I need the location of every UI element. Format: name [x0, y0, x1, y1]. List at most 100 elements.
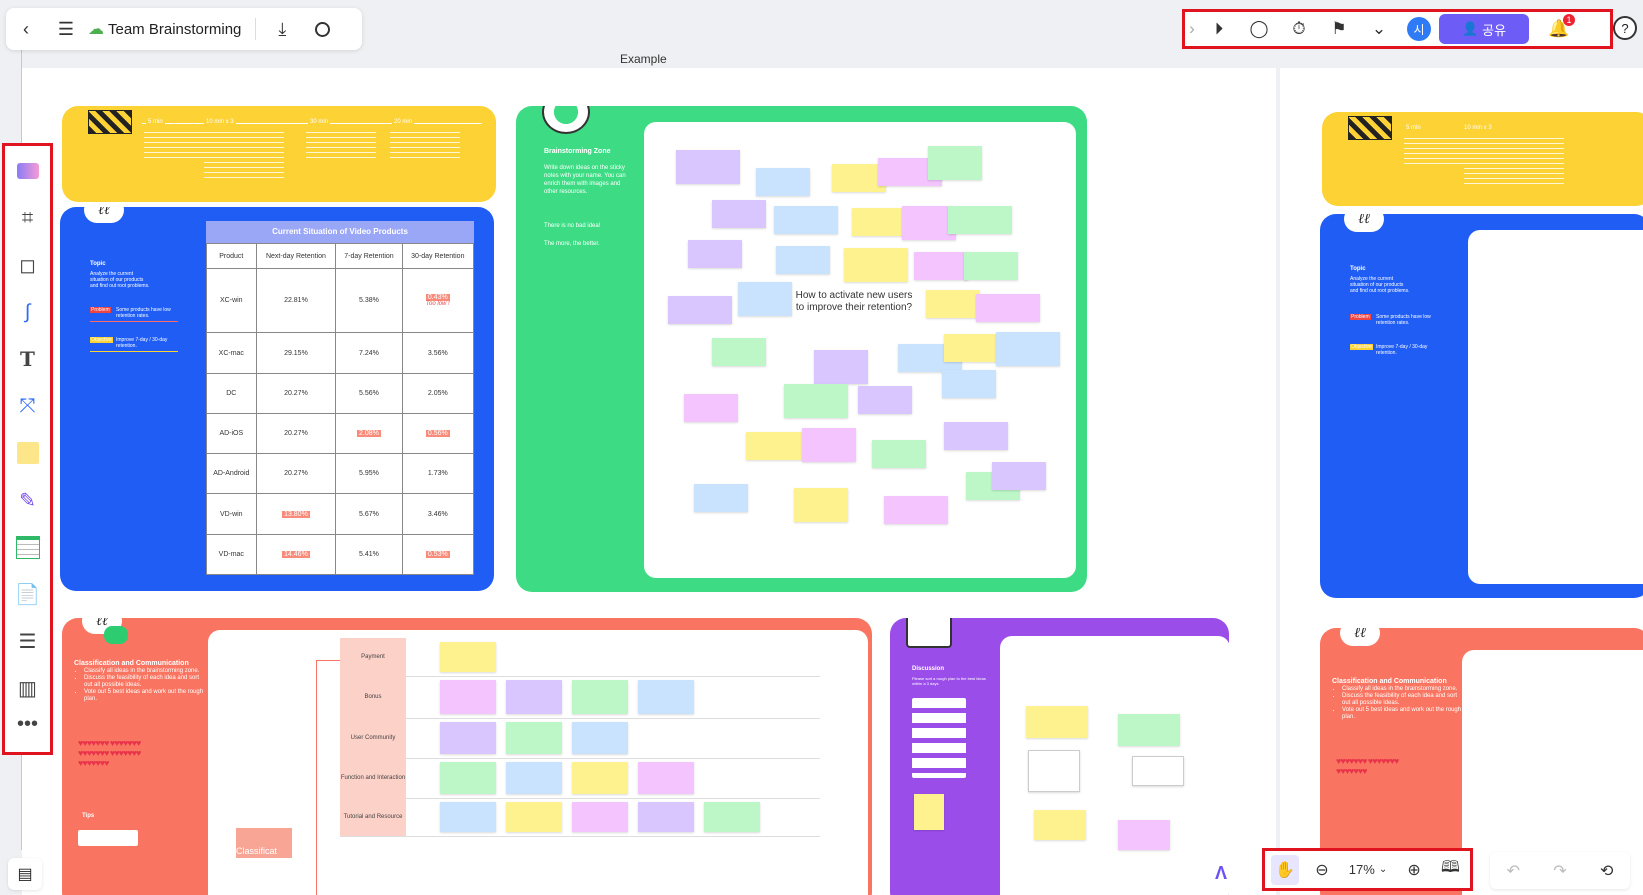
- history-button[interactable]: ⟲: [1596, 856, 1617, 886]
- sticky-note[interactable]: [774, 206, 838, 234]
- fit-view-button[interactable]: 🕮: [1437, 855, 1464, 885]
- sticky-note[interactable]: [926, 290, 980, 318]
- download-button[interactable]: ⤓: [262, 9, 302, 49]
- sticky-note[interactable]: [506, 762, 562, 794]
- comment-button[interactable]: ◯: [1239, 12, 1279, 46]
- ai-assistant-button[interactable]: Λ: [1206, 858, 1236, 888]
- timeline-panel[interactable]: 5 min 10 min x 3 30 min 20 min: [62, 106, 496, 202]
- sticky-note[interactable]: [738, 282, 792, 316]
- sticky-note[interactable]: [944, 334, 998, 362]
- sticky-note[interactable]: [688, 240, 742, 268]
- more-tools-button[interactable]: ⌄: [1359, 12, 1399, 46]
- sticky-note[interactable]: [944, 422, 1008, 450]
- templates-button[interactable]: [8, 150, 48, 192]
- sticky-note[interactable]: [852, 208, 906, 236]
- vote-button[interactable]: ⚑: [1319, 12, 1359, 46]
- redo-button[interactable]: ↷: [1549, 856, 1570, 886]
- sticky-note[interactable]: [964, 252, 1018, 280]
- sticky-note[interactable]: [638, 762, 694, 794]
- sticky-note[interactable]: [694, 484, 748, 512]
- back-button[interactable]: ‹: [6, 9, 46, 49]
- frame-label: Example: [620, 52, 667, 66]
- sticky-note[interactable]: [684, 394, 738, 422]
- bullet-item: Discuss the feasibility of each idea and…: [1342, 693, 1462, 707]
- sticky-note[interactable]: [776, 246, 830, 274]
- sticky-note[interactable]: [712, 200, 766, 228]
- sticky-note[interactable]: [440, 762, 496, 794]
- sticky-note[interactable]: [858, 386, 912, 414]
- kanban-tool[interactable]: ▥: [8, 667, 48, 709]
- table-tool[interactable]: [8, 526, 48, 568]
- timer-button[interactable]: ⏱: [1279, 12, 1319, 46]
- sticky-note[interactable]: [996, 332, 1060, 366]
- sticky-note[interactable]: [638, 802, 694, 832]
- connector-tool[interactable]: ∫: [8, 291, 48, 333]
- sticky-note[interactable]: [506, 680, 562, 714]
- sticky-note[interactable]: [942, 370, 996, 398]
- whiteboard-canvas[interactable]: Example 5 min 10 min x 3 30 min 20 min ℓ…: [0, 0, 1643, 895]
- brainstorm-text: The more, the better.: [544, 241, 600, 247]
- sticky-note[interactable]: [704, 802, 760, 832]
- sticky-note[interactable]: [746, 432, 810, 460]
- sticky-note[interactable]: [884, 496, 948, 524]
- notifications-button[interactable]: 🔔 1: [1539, 12, 1579, 46]
- sticky-note[interactable]: [668, 296, 732, 324]
- sticky-note[interactable]: [440, 802, 496, 832]
- minimap-button[interactable]: ▤: [8, 858, 42, 890]
- sticky-note[interactable]: [948, 206, 1012, 234]
- present-button[interactable]: ⏵: [1199, 12, 1239, 46]
- menu-button[interactable]: ☰: [46, 9, 86, 49]
- sticky-note[interactable]: [572, 802, 628, 832]
- table-cell: 5.38%: [335, 267, 403, 334]
- classification-panel[interactable]: ℓℓ Classification and Communication Clas…: [62, 618, 872, 895]
- document-tool[interactable]: 📄: [8, 573, 48, 615]
- timeline-panel-copy[interactable]: 5 min 10 min x 3: [1322, 112, 1643, 206]
- user-avatar[interactable]: 시: [1407, 17, 1431, 41]
- hand-tool-button[interactable]: ✋: [1271, 854, 1300, 885]
- sticky-note[interactable]: [506, 722, 562, 754]
- sticky-note[interactable]: [440, 642, 496, 672]
- sticky-note[interactable]: [638, 680, 694, 714]
- sticky-note[interactable]: [794, 488, 848, 522]
- frame-tool[interactable]: ⌗: [8, 197, 48, 239]
- list-tool[interactable]: ☰: [8, 620, 48, 662]
- sticky-note[interactable]: [440, 680, 496, 714]
- sticky-note[interactable]: [676, 150, 740, 184]
- sticky-note[interactable]: [814, 350, 868, 384]
- sticky-note[interactable]: [928, 146, 982, 180]
- discussion-panel[interactable]: Discussion Please sort a rough plan to t…: [890, 618, 1229, 895]
- sticky-note[interactable]: [976, 294, 1040, 322]
- sticky-note[interactable]: [712, 338, 766, 366]
- sticky-note[interactable]: [784, 384, 848, 418]
- sticky-note[interactable]: [914, 252, 968, 280]
- help-button[interactable]: ?: [1613, 16, 1637, 40]
- current-situation-panel-copy[interactable]: ℓℓ Topic Analyze the current situation o…: [1320, 214, 1643, 598]
- sticky-note[interactable]: [756, 168, 810, 196]
- sticky-note[interactable]: [844, 248, 908, 282]
- brainstorm-panel[interactable]: Brainstorming Zone Write down ideas on t…: [516, 106, 1087, 592]
- sticky-note[interactable]: [572, 762, 628, 794]
- expand-toolbar-button[interactable]: ›: [1185, 12, 1199, 46]
- text-tool[interactable]: T: [8, 338, 48, 380]
- mindmap-tool[interactable]: ⤧: [8, 385, 48, 427]
- current-situation-panel[interactable]: ℓℓ Topic Analyze the current situation o…: [60, 207, 494, 591]
- zoom-level-dropdown[interactable]: 17% ⌄: [1345, 855, 1391, 885]
- sticky-note[interactable]: [802, 428, 856, 462]
- sticky-note[interactable]: [572, 680, 628, 714]
- cell-value: 5.41%: [359, 550, 379, 558]
- zoom-out-button[interactable]: ⊖: [1311, 855, 1332, 885]
- board-title[interactable]: Team Brainstorming: [108, 21, 241, 38]
- pen-tool[interactable]: ✎: [8, 479, 48, 521]
- sticky-note[interactable]: [440, 722, 496, 754]
- undo-button[interactable]: ↶: [1503, 856, 1524, 886]
- zoom-in-button[interactable]: ⊕: [1403, 855, 1424, 885]
- more-tools-button[interactable]: •••: [8, 713, 48, 735]
- sticky-note[interactable]: [872, 440, 926, 468]
- share-button[interactable]: 👤 공유: [1439, 14, 1529, 44]
- sticky-note[interactable]: [992, 462, 1046, 490]
- shape-tool[interactable]: ◻: [8, 244, 48, 286]
- sticky-note-tool[interactable]: [8, 432, 48, 474]
- search-button[interactable]: [302, 9, 342, 49]
- sticky-note[interactable]: [506, 802, 562, 832]
- sticky-note[interactable]: [572, 722, 628, 754]
